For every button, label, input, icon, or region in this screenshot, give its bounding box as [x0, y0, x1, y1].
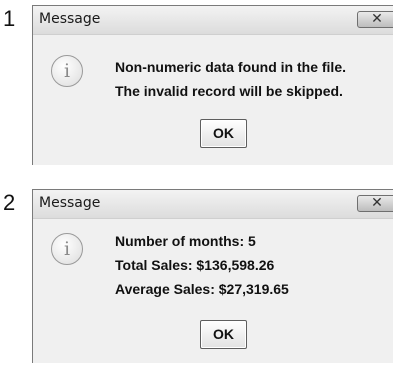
dialog-body: i Number of months: 5 Total Sales: $136,…: [33, 219, 393, 363]
message-dialog-1: Message ✕ i Non-numeric data found in th…: [32, 5, 393, 165]
message-text: Non-numeric data found in the file. The …: [115, 55, 346, 103]
dialog-title: Message: [39, 11, 101, 27]
info-icon: i: [51, 55, 83, 87]
dialog-body: i Non-numeric data found in the file. Th…: [33, 35, 393, 165]
info-icon: i: [51, 233, 83, 265]
step-number-1: 1: [3, 6, 16, 31]
message-line: The invalid record will be skipped.: [115, 83, 343, 99]
message-line: Non-numeric data found in the file.: [115, 59, 346, 75]
message-line: Total Sales: $136,598.26: [115, 257, 275, 273]
step-number-2: 2: [3, 190, 16, 215]
title-bar: Message ✕: [33, 6, 393, 35]
title-bar: Message ✕: [33, 190, 393, 219]
message-line: Number of months: 5: [115, 233, 256, 249]
message-line: Average Sales: $27,319.65: [115, 281, 289, 297]
close-icon: ✕: [371, 11, 383, 27]
ok-button[interactable]: OK: [200, 119, 247, 148]
dialog-title: Message: [39, 195, 101, 211]
message-dialog-2: Message ✕ i Number of months: 5 Total Sa…: [32, 189, 393, 363]
close-icon: ✕: [371, 195, 383, 211]
message-text: Number of months: 5 Total Sales: $136,59…: [115, 229, 289, 301]
ok-button[interactable]: OK: [200, 320, 247, 349]
close-button[interactable]: ✕: [357, 195, 393, 212]
close-button[interactable]: ✕: [357, 11, 393, 28]
